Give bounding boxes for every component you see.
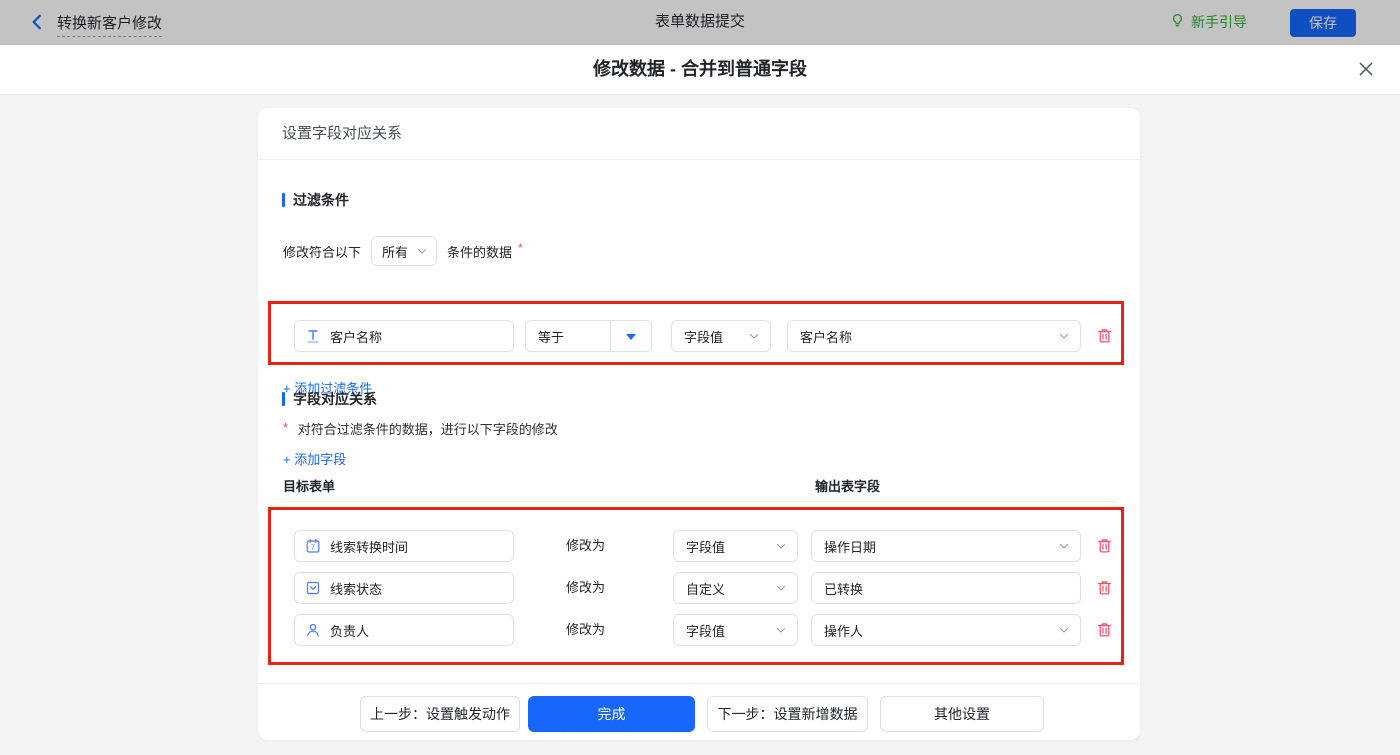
- condition-operator-value: 等于: [538, 329, 565, 345]
- annotation-box-filter: 客户名称 等于 字段值 客户名称: [268, 301, 1124, 365]
- column-divider: [282, 501, 1116, 502]
- output-value-select[interactable]: 操作日期: [811, 530, 1081, 562]
- chevron-left-icon: [28, 14, 46, 34]
- target-field-input[interactable]: 负责人: [294, 614, 514, 646]
- condition-operator-select[interactable]: 等于: [525, 320, 652, 352]
- value-type-select[interactable]: 字段值: [673, 530, 798, 562]
- value-type: 字段值: [686, 623, 726, 639]
- required-asterisk: *: [518, 241, 523, 255]
- annotation-box-mapping: 7 线索转换时间 修改为 字段值 操作日期 线索状态 修改为 自定义 已转换 负…: [268, 507, 1124, 665]
- settings-card: 设置字段对应关系 过滤条件 修改符合以下 所有 条件的数据 * + 添加过滤条件: [258, 108, 1140, 740]
- output-value: 操作日期: [824, 539, 877, 555]
- section-accent-bar: [282, 392, 285, 406]
- next-step-button[interactable]: 下一步：设置新增数据: [707, 696, 868, 732]
- mapping-row: 7 线索转换时间 修改为 字段值 操作日期: [294, 530, 1111, 562]
- custom-value-input[interactable]: 已转换: [811, 572, 1081, 604]
- column-header-target-form: 目标表单: [283, 479, 336, 494]
- text-field-icon: [305, 328, 321, 344]
- screen: 转换新客户修改 表单数据提交 新手引导 保存 修改数据 - 合并到普通字段 设置…: [0, 0, 1400, 755]
- target-field-value: 线索转换时间: [330, 539, 409, 555]
- value-type-select[interactable]: 自定义: [673, 572, 798, 604]
- target-field-input[interactable]: 7 线索转换时间: [294, 530, 514, 562]
- condition-field-input[interactable]: 客户名称: [294, 320, 514, 352]
- close-button[interactable]: [1356, 60, 1376, 80]
- filter-section-label: 过滤条件: [293, 192, 349, 208]
- mapping-caption: * 对符合过滤条件的数据，进行以下字段的修改: [283, 419, 558, 438]
- mapping-row: 负责人 修改为 字段值 操作人: [294, 614, 1111, 646]
- beginner-guide-link[interactable]: 新手引导: [1170, 12, 1247, 32]
- match-mode-value: 所有: [382, 244, 409, 260]
- trash-icon: [1096, 623, 1113, 641]
- other-settings-button[interactable]: 其他设置: [880, 696, 1044, 732]
- filter-match-row: 修改符合以下 所有 条件的数据 *: [283, 236, 523, 266]
- match-mode-select[interactable]: 所有: [371, 236, 438, 266]
- target-field-value: 线索状态: [330, 581, 383, 597]
- value-type: 自定义: [686, 581, 726, 597]
- chevron-down-icon: [1058, 624, 1070, 636]
- condition-value: 客户名称: [800, 329, 853, 345]
- delete-row-button[interactable]: [1094, 621, 1114, 641]
- save-button[interactable]: 保存: [1290, 9, 1356, 37]
- caret-down-icon: [626, 333, 636, 345]
- condition-value-select[interactable]: 客户名称: [787, 320, 1081, 352]
- svg-text:7: 7: [311, 545, 315, 552]
- section-accent-bar: [282, 193, 285, 207]
- chevron-down-icon: [775, 582, 787, 594]
- chevron-down-icon: [416, 245, 428, 257]
- page-title: 表单数据提交: [654, 13, 745, 30]
- value-type-select[interactable]: 字段值: [673, 614, 798, 646]
- dropdown-field-icon: [305, 580, 321, 596]
- person-icon: [305, 622, 321, 638]
- flow-title[interactable]: 转换新客户修改: [57, 12, 163, 37]
- close-icon: [1357, 62, 1375, 81]
- delete-row-button[interactable]: [1094, 579, 1114, 599]
- footer-divider: [258, 683, 1140, 684]
- target-field-value: 负责人: [330, 623, 370, 639]
- beginner-guide-label: 新手引导: [1191, 14, 1247, 30]
- mapping-section-label: 字段对应关系: [293, 391, 377, 407]
- output-value: 操作人: [824, 623, 864, 639]
- calendar-icon: 7: [305, 538, 321, 554]
- match-prefix-label: 修改符合以下: [283, 244, 362, 260]
- delete-row-button[interactable]: [1094, 537, 1114, 557]
- add-field-link[interactable]: + 添加字段: [283, 449, 346, 468]
- trash-icon: [1096, 329, 1113, 347]
- condition-value-type-select[interactable]: 字段值: [671, 320, 771, 352]
- condition-value-type: 字段值: [684, 329, 724, 345]
- output-value-select[interactable]: 操作人: [811, 614, 1081, 646]
- column-header-output-field: 输出表字段: [815, 479, 881, 494]
- card-header-title: 设置字段对应关系: [258, 108, 1140, 160]
- value-type: 字段值: [686, 539, 726, 555]
- back-button[interactable]: [27, 13, 47, 33]
- target-field-input[interactable]: 线索状态: [294, 572, 514, 604]
- lightbulb-icon: [1170, 13, 1185, 31]
- operator-caret-zone: [610, 321, 651, 351]
- required-asterisk: *: [283, 420, 289, 435]
- modify-to-label: 修改为: [566, 538, 606, 553]
- mapping-caption-text: 对符合过滤条件的数据，进行以下字段的修改: [297, 422, 558, 437]
- modify-to-label: 修改为: [566, 622, 606, 637]
- mapping-section-title: 字段对应关系: [282, 389, 377, 409]
- chevron-down-icon: [1058, 540, 1070, 552]
- filter-section-title: 过滤条件: [282, 190, 349, 210]
- modal-header: 修改数据 - 合并到普通字段: [0, 45, 1400, 95]
- chevron-down-icon: [748, 330, 760, 342]
- filter-condition-row: 客户名称 等于 字段值 客户名称: [294, 320, 1111, 352]
- top-bar: 转换新客户修改 表单数据提交 新手引导 保存: [0, 0, 1400, 46]
- trash-icon: [1096, 539, 1113, 557]
- prev-step-button[interactable]: 上一步：设置触发动作: [360, 696, 520, 732]
- custom-value: 已转换: [824, 581, 864, 597]
- mapping-row: 线索状态 修改为 自定义 已转换: [294, 572, 1111, 604]
- modify-to-label: 修改为: [566, 580, 606, 595]
- trash-icon: [1096, 581, 1113, 599]
- chevron-down-icon: [775, 540, 787, 552]
- modal-body: 设置字段对应关系 过滤条件 修改符合以下 所有 条件的数据 * + 添加过滤条件: [0, 95, 1400, 755]
- condition-field-value: 客户名称: [330, 329, 383, 345]
- delete-condition-button[interactable]: [1094, 327, 1114, 347]
- modal-title: 修改数据 - 合并到普通字段: [593, 59, 807, 79]
- chevron-down-icon: [775, 624, 787, 636]
- done-button[interactable]: 完成: [528, 696, 695, 732]
- match-suffix-label: 条件的数据: [447, 244, 513, 260]
- chevron-down-icon: [1058, 330, 1070, 342]
